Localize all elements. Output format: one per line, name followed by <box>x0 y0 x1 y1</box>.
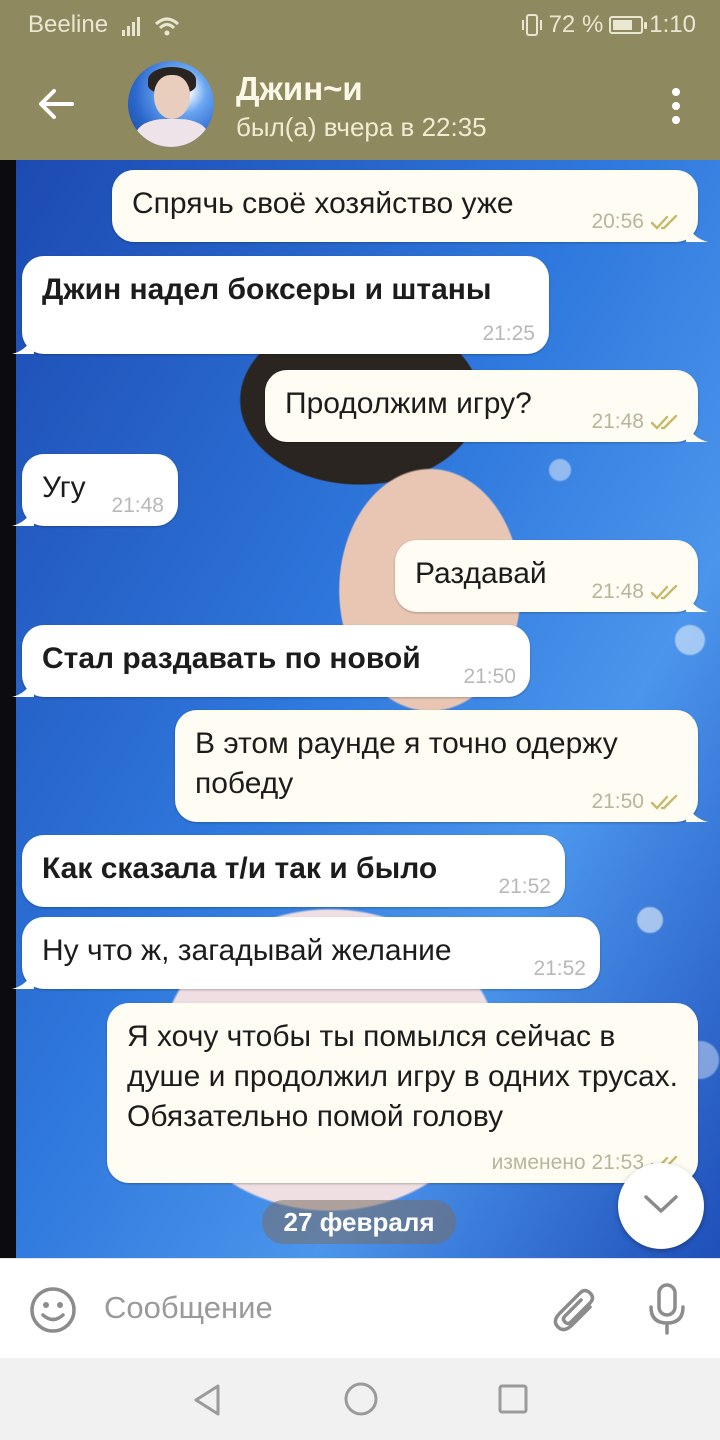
message-bubble-incoming[interactable]: Угу 21:48 <box>12 454 178 526</box>
microphone-icon[interactable] <box>642 1281 692 1337</box>
status-bar: Beeline 72 % 1:10 <box>0 0 720 48</box>
nav-recent-apps-icon[interactable] <box>496 1382 530 1416</box>
message-bubble-incoming[interactable]: Ну что ж, загадывай желание 21:52 <box>12 917 600 989</box>
bubble-tail <box>12 677 34 697</box>
message-text: Как сказала т/и так и было <box>42 852 438 885</box>
emoji-icon[interactable] <box>28 1285 78 1335</box>
message-input[interactable] <box>104 1283 524 1333</box>
avatar[interactable] <box>128 61 214 147</box>
bubble-tail <box>686 802 708 822</box>
message-bubble-outgoing[interactable]: Продолжим игру? 21:48 <box>265 370 708 442</box>
message-time: 21:50 <box>463 665 516 688</box>
message-time: 21:52 <box>533 957 586 980</box>
bubble-tail <box>686 222 708 242</box>
scroll-down-button[interactable] <box>618 1163 704 1249</box>
signal-wifi-icon <box>122 17 180 36</box>
message-time: 21:48 <box>591 410 644 433</box>
message-bubble-incoming[interactable]: Стал раздавать по новой 21:50 <box>12 625 530 697</box>
avatar-face <box>154 75 190 119</box>
message-time: 21:25 <box>482 322 535 345</box>
message-text: Ну что ж, загадывай желание <box>42 934 452 967</box>
message-time: 21:52 <box>498 875 551 898</box>
message-meta: 21:25 <box>482 322 535 346</box>
last-seen-status: был(а) вчера в 22:35 <box>236 112 487 142</box>
message-meta: 21:48 <box>111 494 164 518</box>
message-meta: 21:50 <box>591 790 684 814</box>
message-meta: 20:56 <box>591 210 684 234</box>
back-arrow-icon[interactable] <box>32 80 80 128</box>
carrier-name: Beeline <box>28 11 109 38</box>
message-time: изменено 21:53 <box>491 1151 644 1174</box>
message-bubble-incoming[interactable]: Как сказала т/и так и было 21:52 <box>22 835 565 907</box>
message-text: Джин надел боксеры и штаны <box>42 273 492 306</box>
vibrate-icon <box>521 14 542 36</box>
contact-name[interactable]: Джин~и <box>236 70 363 108</box>
message-time: 20:56 <box>591 210 644 233</box>
bubble-tail <box>686 422 708 442</box>
double-check-icon <box>650 414 678 430</box>
message-text: Я хочу чтобы ты помылся сейчас в душе и … <box>127 1020 678 1133</box>
message-meta: 21:52 <box>498 875 551 899</box>
message-meta: 21:48 <box>591 410 684 434</box>
message-time: 21:50 <box>591 790 644 813</box>
message-meta: 21:50 <box>463 665 516 689</box>
date-separator: 27 февраля <box>262 1200 456 1244</box>
battery-icon <box>609 16 648 34</box>
message-time: 21:48 <box>111 494 164 517</box>
chevron-down-icon <box>644 1195 678 1213</box>
bubble-tail <box>12 969 34 989</box>
wallpaper-edge <box>0 160 16 1258</box>
paperclip-icon[interactable] <box>550 1283 602 1337</box>
battery-fill <box>613 20 633 30</box>
message-bubble-outgoing[interactable]: В этом раунде я точно одержу победу 21:5… <box>175 710 708 822</box>
double-check-icon <box>650 584 678 600</box>
message-meta: 21:52 <box>533 957 586 981</box>
double-check-icon <box>650 794 678 810</box>
message-input-bar <box>0 1258 720 1358</box>
bubble-tail <box>12 506 34 526</box>
message-bubble-incoming[interactable]: Джин надел боксеры и штаны 21:25 <box>12 256 549 354</box>
bubble-tail <box>686 592 708 612</box>
message-time: 21:48 <box>591 580 644 603</box>
chat-header: Джин~и был(а) вчера в 22:35 <box>0 48 720 160</box>
clock: 1:10 <box>649 11 696 38</box>
chat-area[interactable]: Спрячь своё хозяйство уже 20:56 Джин над… <box>0 160 720 1258</box>
message-bubble-outgoing[interactable]: Раздавай 21:48 <box>395 540 708 612</box>
message-text: Стал раздавать по новой <box>42 642 421 675</box>
avatar-shirt <box>136 119 208 147</box>
double-check-icon <box>650 214 678 230</box>
nav-back-icon[interactable] <box>190 1382 224 1418</box>
message-bubble-outgoing[interactable]: Я хочу чтобы ты помылся сейчас в душе и … <box>107 1003 698 1183</box>
message-bubble-outgoing[interactable]: Спрячь своё хозяйство уже 20:56 <box>112 170 708 242</box>
battery-percent: 72 % <box>548 11 604 38</box>
nav-home-icon[interactable] <box>342 1380 380 1418</box>
message-meta: 21:48 <box>591 580 684 604</box>
bubble-tail <box>12 334 34 354</box>
more-vert-icon[interactable] <box>670 88 682 124</box>
system-navigation-bar <box>0 1358 720 1440</box>
